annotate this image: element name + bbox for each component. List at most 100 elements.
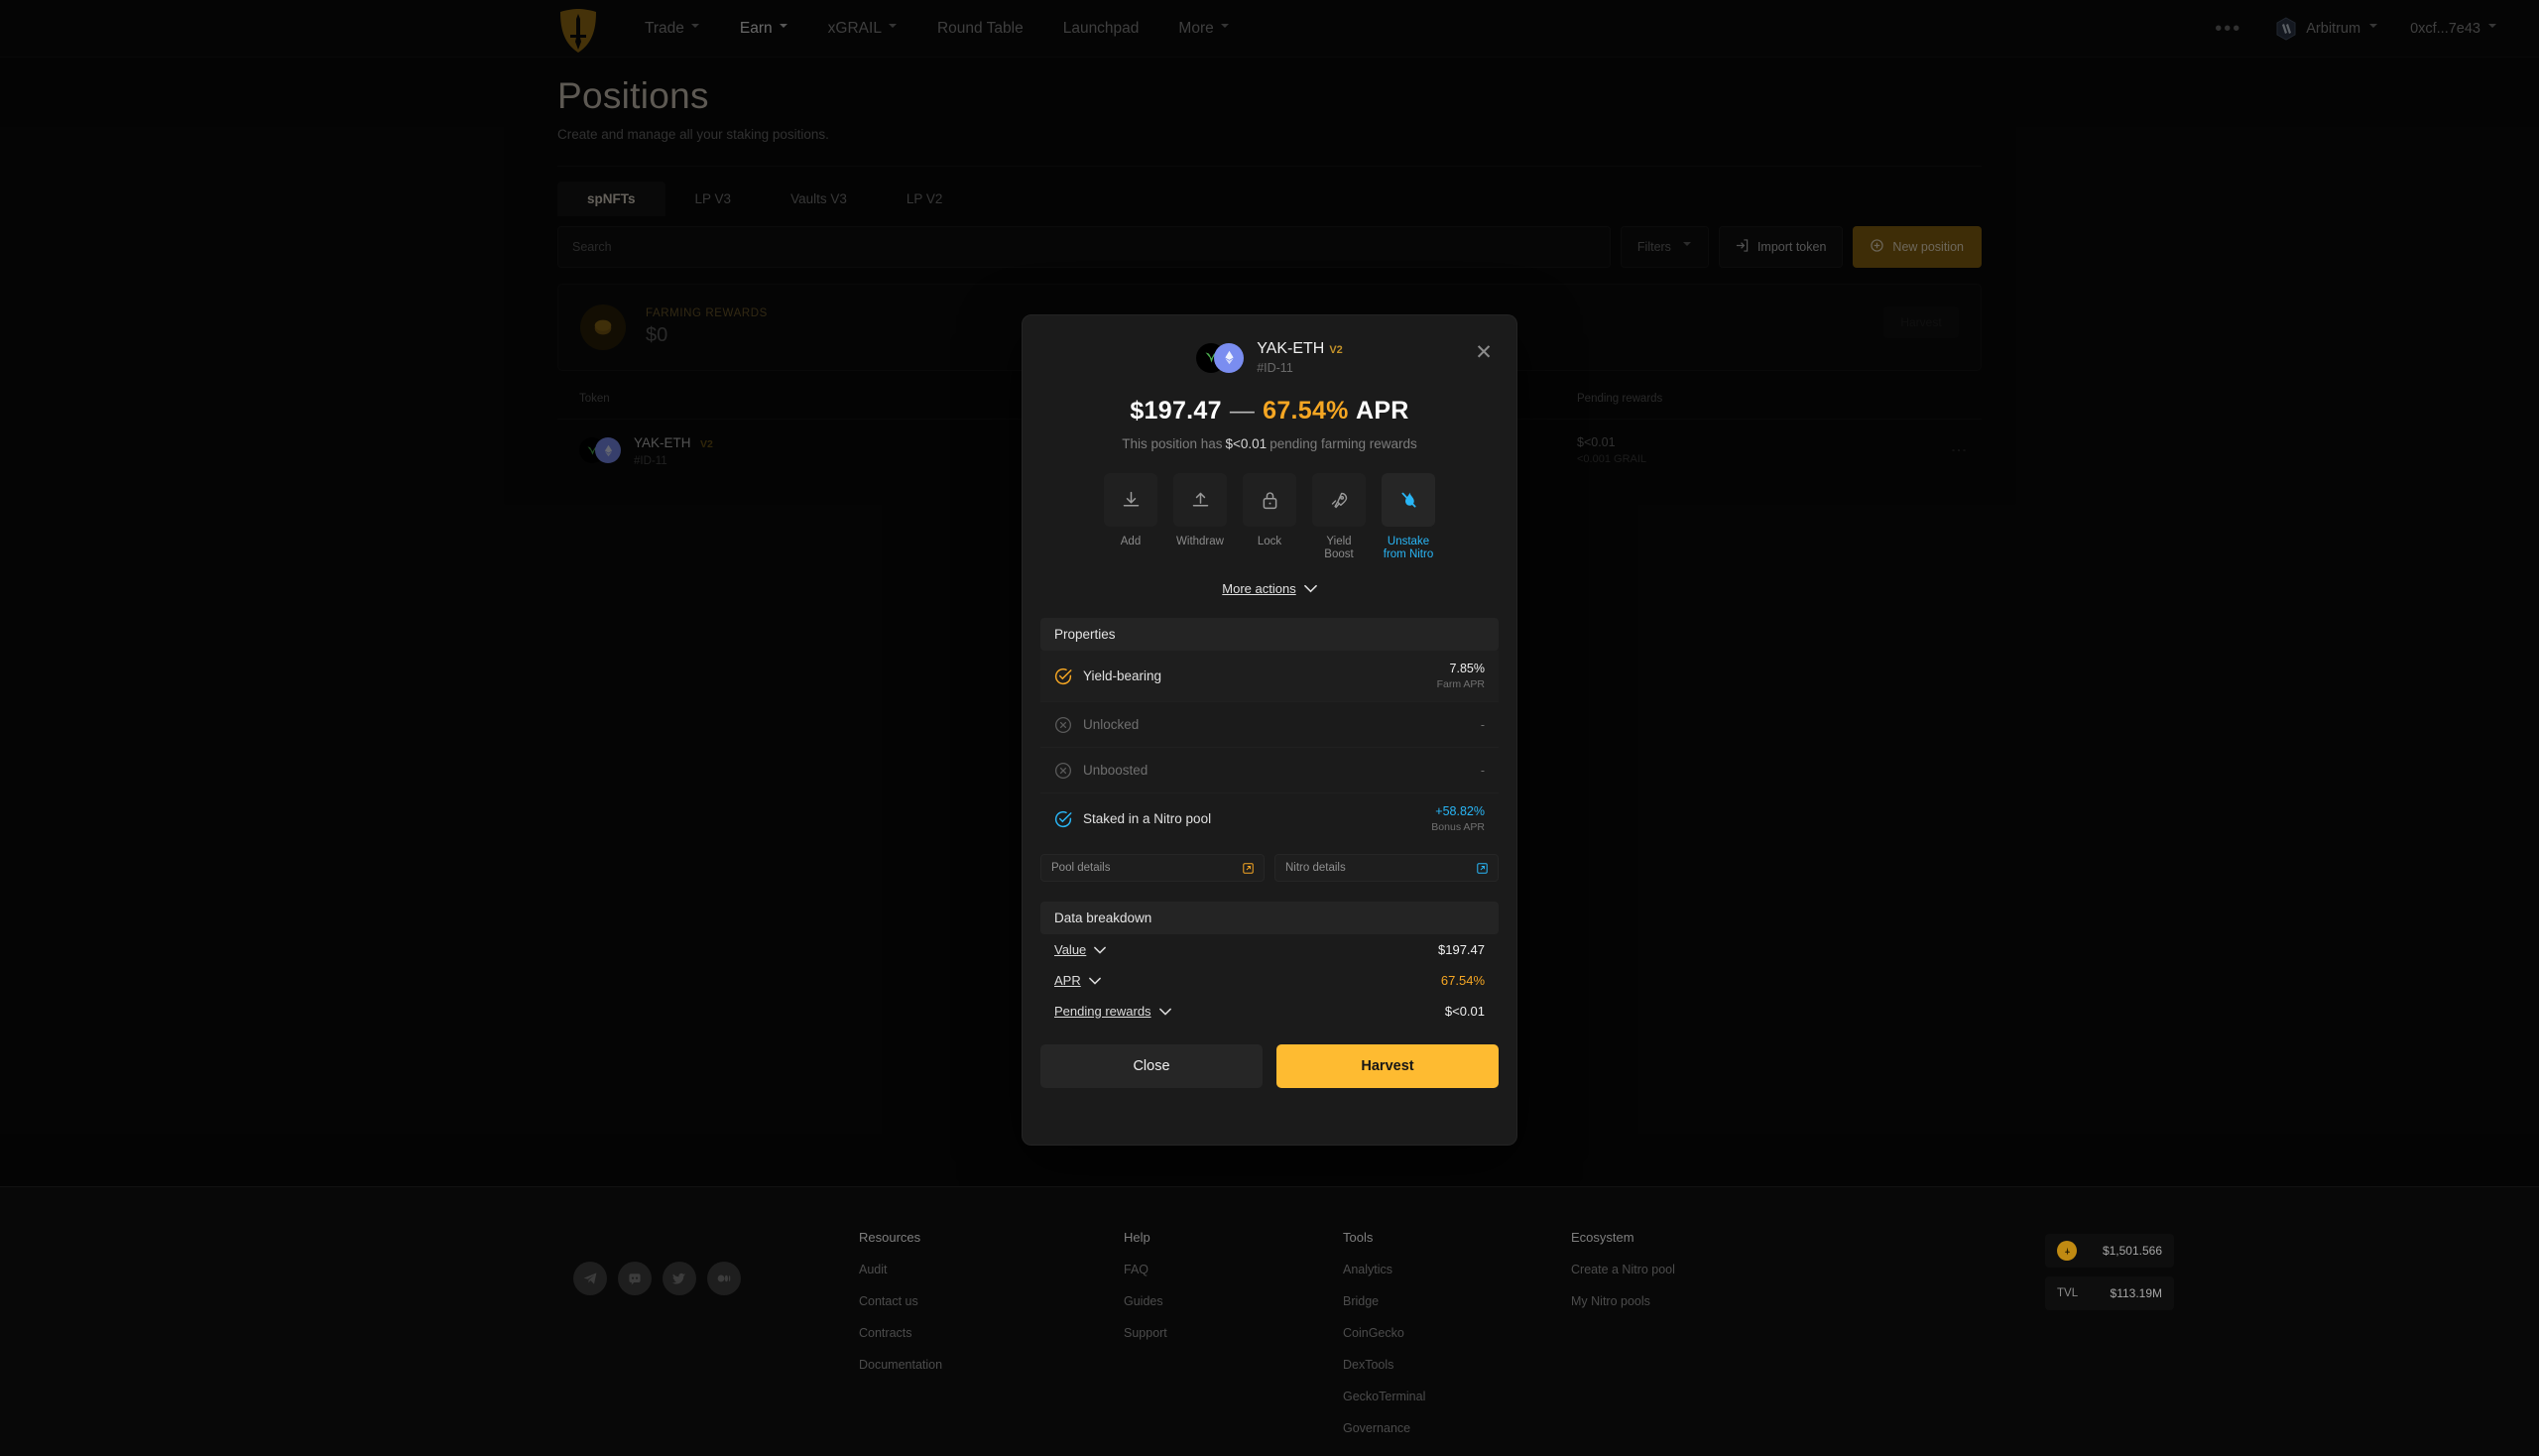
tvl-box[interactable]: TVL $113.19M bbox=[2045, 1276, 2174, 1310]
footer-link-faq[interactable]: FAQ bbox=[1124, 1263, 1167, 1276]
data-breakdown-section-title: Data breakdown bbox=[1040, 902, 1499, 934]
footer-column-title: Help bbox=[1124, 1230, 1150, 1245]
modal-position-id: #ID-11 bbox=[1257, 361, 1293, 375]
footer-link-bridge[interactable]: Bridge bbox=[1343, 1294, 1425, 1308]
footer-column-title: Resources bbox=[859, 1230, 921, 1245]
modal-pair-version: V2 bbox=[1329, 344, 1343, 356]
chevron-down-icon bbox=[1303, 584, 1317, 593]
grail-price-value: $1,501.566 bbox=[2102, 1244, 2162, 1258]
action-withdraw-label: Withdraw bbox=[1176, 536, 1224, 547]
download-icon bbox=[1104, 473, 1157, 527]
modal-apr-label: APR bbox=[1355, 397, 1409, 425]
app-root: Trade Earn xGRAIL Round Table Launchpad … bbox=[0, 0, 2539, 1456]
footer-link-dextools[interactable]: DexTools bbox=[1343, 1358, 1425, 1372]
modal-amount-row: $197.47—67.54% APR bbox=[1023, 397, 1516, 425]
twitter-icon[interactable] bbox=[663, 1262, 696, 1295]
pool-details-label: Pool details bbox=[1051, 862, 1111, 874]
check-circle-icon bbox=[1054, 667, 1072, 684]
modal-title-row: YAK-ETH V2 #ID-11 bbox=[1023, 340, 1516, 375]
footer-link-governance[interactable]: Governance bbox=[1343, 1421, 1425, 1435]
grail-token-icon bbox=[2057, 1241, 2077, 1261]
property-row-nitro-pool: Staked in a Nitro pool +58.82% Bonus APR bbox=[1040, 793, 1499, 844]
more-actions-toggle[interactable]: More actions bbox=[1023, 581, 1516, 596]
property-name-yield-bearing: Yield-bearing bbox=[1083, 668, 1162, 683]
modal-pair-name-line: YAK-ETH V2 bbox=[1257, 340, 1343, 358]
action-withdraw[interactable]: Withdraw bbox=[1173, 473, 1227, 561]
chevron-down-icon bbox=[1094, 946, 1107, 954]
action-unstake-label-line1: Unstake bbox=[1387, 536, 1430, 547]
property-value-unlocked: - bbox=[1480, 717, 1485, 732]
harvest-button[interactable]: Harvest bbox=[1276, 1044, 1499, 1088]
detail-links-row: Pool details Nitro details bbox=[1040, 854, 1499, 882]
breakdown-toggle-apr[interactable]: APR bbox=[1054, 973, 1101, 988]
action-unstake-label-line2: from Nitro bbox=[1383, 548, 1434, 560]
footer-link-contact-us[interactable]: Contact us bbox=[859, 1294, 942, 1308]
rocket-icon bbox=[1312, 473, 1366, 527]
action-lock-label: Lock bbox=[1257, 536, 1282, 547]
property-value-yield-bearing: 7.85% bbox=[1449, 662, 1485, 675]
action-yield-boost-label: Yield Boost bbox=[1324, 536, 1354, 560]
property-row-unboosted: Unboosted - bbox=[1040, 748, 1499, 793]
external-link-icon bbox=[1243, 862, 1254, 874]
footer-link-contracts[interactable]: Contracts bbox=[859, 1326, 942, 1340]
footer-link-documentation[interactable]: Documentation bbox=[859, 1358, 942, 1372]
nitro-details-link[interactable]: Nitro details bbox=[1274, 854, 1499, 882]
tvl-value: $113.19M bbox=[2110, 1286, 2162, 1300]
footer-link-guides[interactable]: Guides bbox=[1124, 1294, 1167, 1308]
property-right-nitro-pool: +58.82% Bonus APR bbox=[1431, 804, 1485, 833]
medium-icon[interactable] bbox=[707, 1262, 741, 1295]
more-actions-label: More actions bbox=[1222, 581, 1296, 596]
breakdown-toggle-pending-rewards[interactable]: Pending rewards bbox=[1054, 1004, 1171, 1019]
footer-link-create-nitro-pool[interactable]: Create a Nitro pool bbox=[1571, 1263, 1675, 1276]
footer-link-geckoterminal[interactable]: GeckoTerminal bbox=[1343, 1390, 1425, 1403]
nitro-details-label: Nitro details bbox=[1285, 862, 1346, 874]
chevron-down-icon bbox=[1158, 1008, 1171, 1016]
breakdown-value-pending-rewards: $<0.01 bbox=[1444, 1004, 1485, 1019]
breakdown-value-value: $197.47 bbox=[1438, 942, 1485, 957]
modal-action-buttons: Add Withdraw Lock Yield Boost Unstake fr… bbox=[1023, 473, 1516, 561]
close-icon[interactable]: ✕ bbox=[1473, 342, 1495, 365]
modal-note-amount: $<0.01 bbox=[1225, 436, 1268, 451]
modal-position-value: $197.47 bbox=[1130, 397, 1222, 425]
footer-stats: $1,501.566 TVL $113.19M bbox=[2045, 1234, 2174, 1310]
footer-column-title: Ecosystem bbox=[1571, 1230, 1634, 1245]
eth-token-icon bbox=[1214, 342, 1245, 373]
breakdown-toggle-value[interactable]: Value bbox=[1054, 942, 1107, 957]
action-add-label: Add bbox=[1120, 536, 1142, 547]
telegram-icon[interactable] bbox=[573, 1262, 607, 1295]
tvl-label: TVL bbox=[2057, 1287, 2079, 1299]
nitro-slash-icon bbox=[1382, 473, 1435, 527]
property-left-nitro-pool: Staked in a Nitro pool bbox=[1054, 810, 1211, 828]
lock-icon bbox=[1243, 473, 1296, 527]
property-sub-nitro-pool: Bonus APR bbox=[1431, 821, 1485, 833]
pool-details-link[interactable]: Pool details bbox=[1040, 854, 1265, 882]
action-yield-boost[interactable]: Yield Boost bbox=[1312, 473, 1366, 561]
property-name-unlocked: Unlocked bbox=[1083, 717, 1140, 732]
action-unstake-from-nitro[interactable]: Unstake from Nitro bbox=[1382, 473, 1435, 561]
action-add[interactable]: Add bbox=[1104, 473, 1157, 561]
footer-link-analytics[interactable]: Analytics bbox=[1343, 1263, 1425, 1276]
footer-link-audit[interactable]: Audit bbox=[859, 1263, 942, 1276]
modal-note-prefix: This position has bbox=[1122, 436, 1223, 451]
property-left-unboosted: Unboosted bbox=[1054, 762, 1148, 780]
breakdown-row-apr: APR 67.54% bbox=[1040, 965, 1499, 996]
modal-pair-name: YAK-ETH bbox=[1257, 340, 1325, 357]
site-footer bbox=[0, 1186, 2539, 1456]
upload-icon bbox=[1173, 473, 1227, 527]
breakdown-label-pending-rewards: Pending rewards bbox=[1054, 1004, 1151, 1019]
footer-link-coingecko[interactable]: CoinGecko bbox=[1343, 1326, 1425, 1340]
action-lock[interactable]: Lock bbox=[1243, 473, 1296, 561]
footer-column-title: Tools bbox=[1343, 1230, 1374, 1245]
modal-token-names: YAK-ETH V2 #ID-11 bbox=[1257, 340, 1343, 375]
action-unstake-label: Unstake from Nitro bbox=[1382, 536, 1435, 561]
grail-price-box[interactable]: $1,501.566 bbox=[2045, 1234, 2174, 1268]
property-row-yield-bearing: Yield-bearing 7.85% Farm APR bbox=[1040, 651, 1499, 702]
x-circle-icon bbox=[1054, 716, 1072, 733]
property-sub-yield-bearing: Farm APR bbox=[1436, 678, 1485, 690]
footer-link-my-nitro-pools[interactable]: My Nitro pools bbox=[1571, 1294, 1675, 1308]
close-button[interactable]: Close bbox=[1040, 1044, 1263, 1088]
properties-section-title: Properties bbox=[1040, 618, 1499, 651]
footer-link-support[interactable]: Support bbox=[1124, 1326, 1167, 1340]
discord-icon[interactable] bbox=[618, 1262, 652, 1295]
breakdown-label-value: Value bbox=[1054, 942, 1087, 957]
